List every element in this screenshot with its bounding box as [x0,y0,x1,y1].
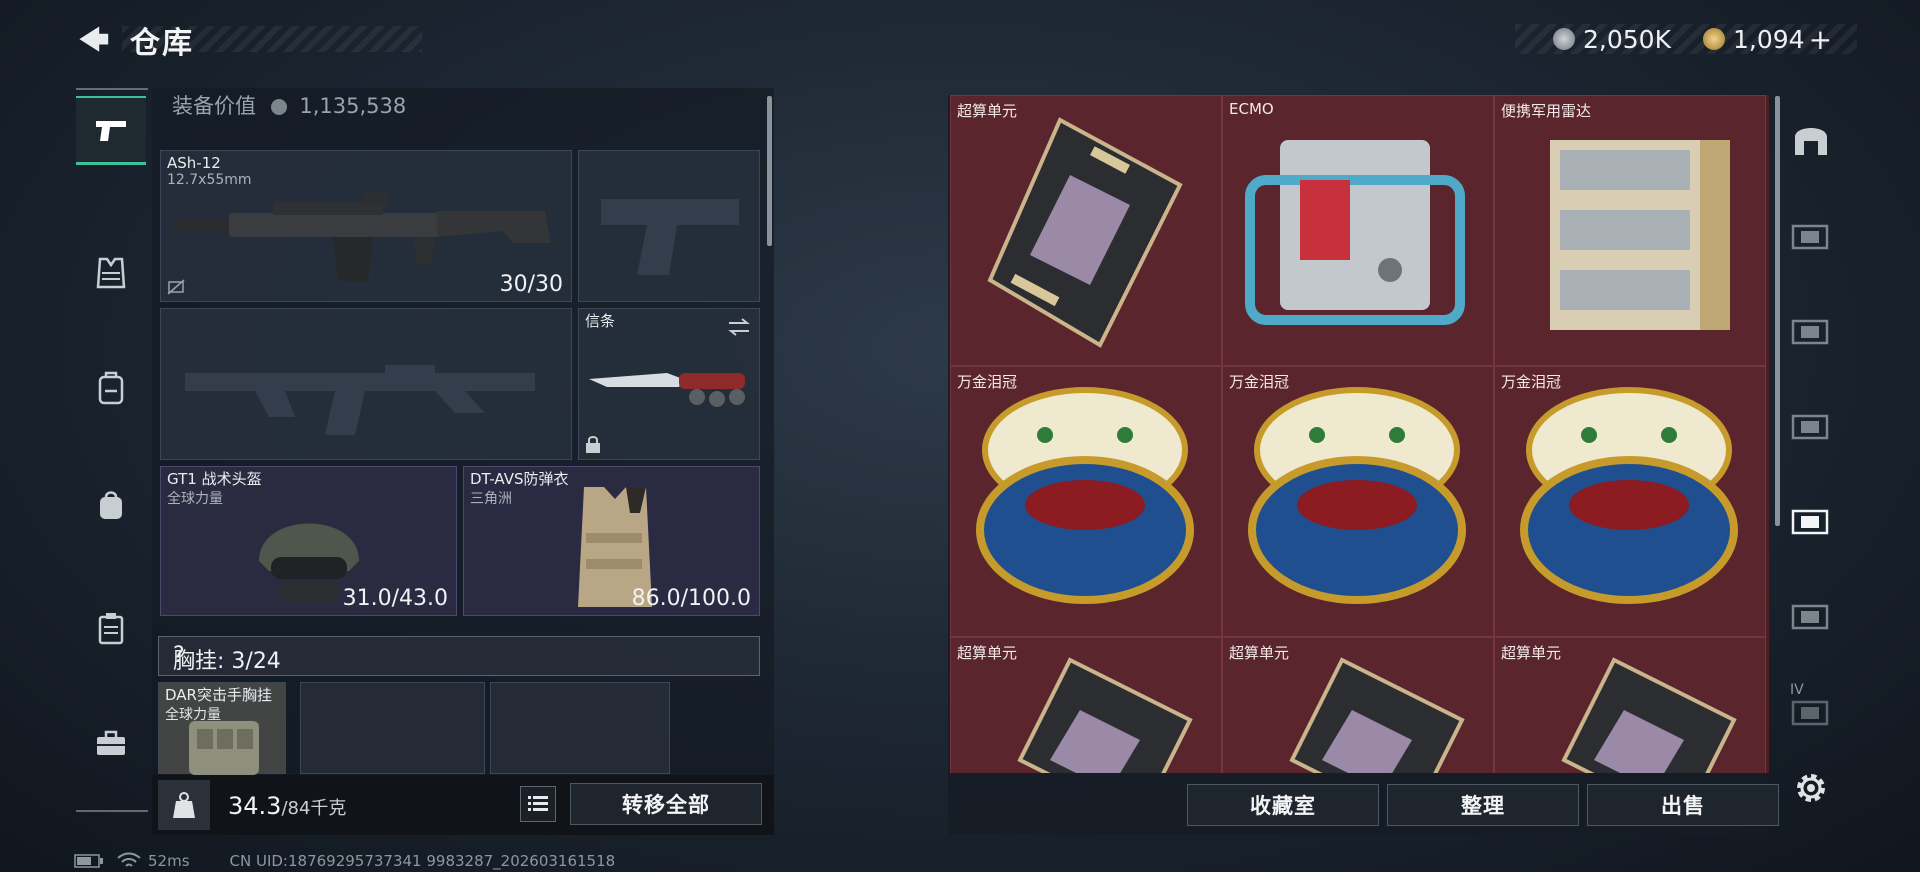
stash-item-artwork [976,117,1738,773]
list-icon [528,796,548,811]
chest-pocket-slot-1[interactable] [300,682,485,774]
nav-divider-top [76,88,148,90]
sort-button[interactable]: 整理 [1387,784,1579,826]
carry-weight-value: 34.3 [228,792,282,820]
armor-durability: 86.0/100.0 [631,586,751,611]
nav-pouch[interactable] [76,470,146,540]
rifle-silhouette-icon [185,365,535,435]
secondary-weapon-slot[interactable] [160,308,572,460]
pouch-icon [100,491,122,519]
sell-button[interactable]: 出售 [1587,784,1779,826]
equipment-value-label: 装备价值 [172,94,256,118]
stash-page-icon [1791,414,1829,440]
tab-stash-page[interactable] [1780,195,1842,275]
loadout-scrollbar[interactable] [767,96,772,246]
sidearm-slot[interactable] [578,150,760,302]
toolbox-icon [97,730,125,755]
stash-page-icon [1791,319,1829,345]
chest-rig-image [189,721,259,775]
transfer-all-button[interactable]: 转移全部 [570,783,762,825]
knife-image [589,373,745,407]
compute-unit-image [1561,657,1737,773]
attachment-off-icon [167,279,185,295]
nav-container[interactable] [76,593,146,663]
chest-help-button[interactable]: ? [173,643,195,668]
radar-image [1550,140,1730,330]
chest-rig-slot[interactable]: DAR突击手胸挂 全球力量 [158,682,286,775]
equipment-value: 装备价值 1,135,538 [172,90,406,120]
melee-slot[interactable]: 信条 [578,308,760,460]
pistol-icon [96,121,126,141]
nav-vest[interactable] [76,238,146,308]
add-currency-button[interactable]: + [1809,23,1832,56]
swap-icon[interactable] [727,317,751,337]
case-icon [98,613,124,645]
jeweled-egg-image [1248,387,1466,604]
helmet-name: GT1 战术头盔 [167,470,262,488]
chest-pocket-slot-2[interactable] [490,682,670,774]
weight-kg-icon [173,792,195,818]
nav-backpack[interactable] [76,353,146,423]
ping-value: 52ms [148,852,190,870]
ammo-count: 30/30 [499,272,563,297]
primary-weapon-slot[interactable]: ASh-12 12.7x55mm 30/30 [160,150,572,302]
helmet-durability: 31.0/43.0 [342,586,448,611]
compute-unit-image [987,117,1183,348]
wifi-icon [117,852,141,867]
currency-premium[interactable]: 1,094 + [1703,22,1832,56]
page-title: 仓库 [130,26,194,61]
stash-page-icon [1791,604,1829,630]
premium-coin-icon [1703,28,1725,50]
collection-room-button[interactable]: 收藏室 [1187,784,1379,826]
nav-weapons[interactable] [76,96,146,165]
currency-hafcoin-value: 2,050K [1583,24,1671,54]
stash-page-icon [1791,700,1829,726]
weight-icon-box [158,780,210,830]
tab-stash-page-active[interactable] [1780,480,1842,560]
player-uid: CN UID:18769295737341 9983287_2026031615… [229,852,616,870]
tab-stash-page[interactable]: IV [1780,665,1842,745]
list-view-button[interactable] [520,786,556,822]
jeweled-egg-image [976,387,1194,604]
backpack-icon [98,371,124,405]
weapon-name: ASh-12 [167,154,221,172]
ecmo-image [1245,140,1465,325]
armor-name: DT-AVS防弹衣 [470,470,569,488]
armor-faction: 三角洲 [470,491,512,507]
hafcoin-icon [1553,28,1575,50]
stash-page-icon [1791,509,1829,535]
tab-stash-page[interactable] [1780,290,1842,370]
tab-stash-home[interactable] [1780,100,1842,180]
helmet-slot[interactable]: GT1 战术头盔 全球力量 31.0/43.0 [160,466,457,616]
stash-arch-icon [1795,128,1827,155]
currency-premium-value: 1,094 [1733,24,1805,54]
compute-unit-image [1289,657,1465,773]
carry-weight: 34.3/84千克 [228,792,346,820]
back-arrow-icon[interactable] [74,22,114,58]
equipment-value-amount: 1,135,538 [299,94,407,118]
chest-rig-header: 胸挂: 3/24 ? [158,636,760,676]
tab-tier-label: IV [1790,682,1804,698]
battery-icon [74,854,103,868]
nav-divider-bottom [76,810,148,812]
vest-icon [96,257,126,289]
chest-rig-name: DAR突击手胸挂 [165,686,272,704]
currency-hafcoin: 2,050K [1553,22,1671,56]
melee-name: 信条 [585,312,616,330]
settings-gear-icon[interactable] [1793,770,1829,806]
carry-weight-max: /84千克 [281,798,347,819]
body-armor-slot[interactable]: DT-AVS防弹衣 三角洲 86.0/100.0 [463,466,760,616]
status-bar: 52ms CN UID:18769295737341 9983287_20260… [74,852,615,870]
pistol-silhouette-icon [601,199,739,275]
compute-unit-image [1017,657,1193,773]
tab-stash-page[interactable] [1780,575,1842,655]
lock-icon [586,436,600,453]
tab-stash-page[interactable] [1780,385,1842,465]
jeweled-egg-image [1520,387,1738,604]
hafcoin-icon [270,99,287,115]
nav-toolbox[interactable] [76,708,146,778]
stash-page-icon [1791,224,1829,250]
helmet-faction: 全球力量 [167,491,223,507]
